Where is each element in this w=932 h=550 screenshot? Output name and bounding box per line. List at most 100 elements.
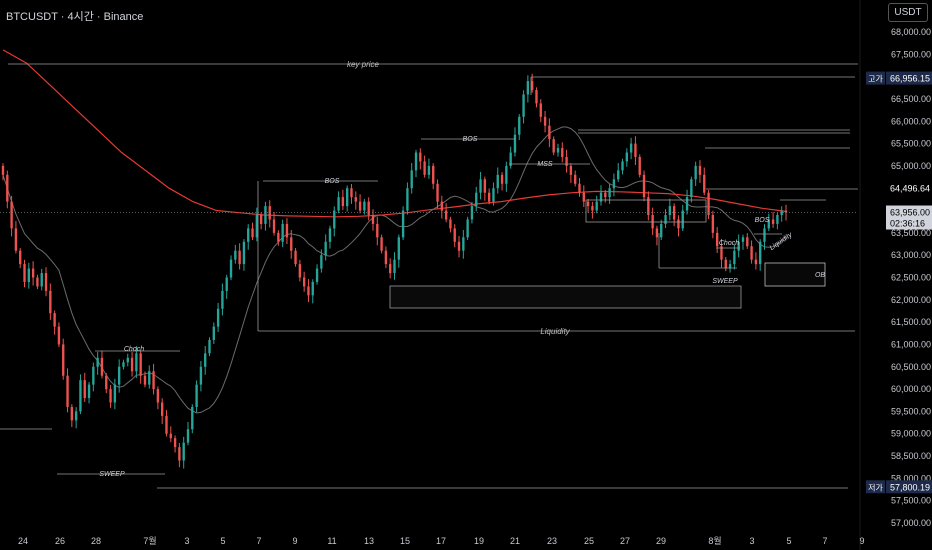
- candle-body: [139, 353, 142, 376]
- x-tick-label: 19: [474, 536, 484, 546]
- candle: [49, 283, 52, 320]
- candle-body: [677, 219, 680, 229]
- candle-body: [685, 197, 689, 211]
- candle: [728, 259, 732, 273]
- choch-label-1: Choch: [124, 346, 144, 353]
- candle-body: [216, 308, 220, 327]
- candle: [565, 149, 568, 173]
- level-price-tag: 64,496.64: [886, 181, 932, 195]
- candle: [660, 219, 663, 241]
- candle-body: [371, 215, 375, 224]
- candle-body: [750, 246, 753, 260]
- high-price-tag-value: 66,956.15: [890, 74, 930, 84]
- candle: [31, 261, 35, 286]
- candle: [186, 421, 190, 446]
- demand-zone-box: [389, 285, 742, 309]
- candle: [221, 283, 224, 316]
- candle: [419, 148, 422, 170]
- y-tick-label: 59,000.00: [891, 429, 931, 439]
- candle-body: [664, 215, 667, 224]
- candle-body: [113, 384, 117, 403]
- candle: [703, 167, 706, 196]
- price-chart[interactable]: 57,000.0057,500.0058,000.0058,500.0059,0…: [0, 0, 932, 550]
- candle: [664, 209, 667, 228]
- candle: [225, 274, 228, 299]
- y-tick-label: 62,500.00: [891, 273, 931, 283]
- candle-body: [14, 228, 18, 251]
- candle: [337, 191, 340, 214]
- candle: [182, 436, 185, 469]
- candle-body: [148, 371, 151, 385]
- candle-body: [208, 339, 211, 354]
- candle-body: [156, 389, 160, 403]
- candle-body: [582, 192, 585, 202]
- y-tick-label: 60,000.00: [891, 384, 931, 394]
- candle-body: [272, 219, 276, 233]
- candle-body: [229, 259, 233, 278]
- candle: [513, 127, 517, 157]
- candle-body: [31, 268, 35, 278]
- candle: [10, 195, 13, 237]
- low-price-tag-value: 57,800.19: [890, 482, 930, 492]
- high-price-tag-label: 고가: [868, 75, 883, 84]
- candle: [436, 179, 439, 209]
- candle-body: [548, 125, 551, 140]
- candle-body: [152, 371, 155, 390]
- candle: [315, 264, 319, 285]
- candle-body: [389, 264, 392, 274]
- candle: [169, 426, 172, 443]
- candle-body: [604, 192, 607, 198]
- candle-body: [6, 174, 9, 202]
- candle: [122, 359, 125, 370]
- candle-body: [513, 134, 517, 153]
- candle-body: [135, 353, 138, 372]
- candle-body: [350, 188, 353, 198]
- candle-body: [574, 174, 577, 184]
- candle-body: [264, 206, 267, 224]
- x-tick-label: 15: [400, 536, 410, 546]
- x-tick-label: 13: [364, 536, 374, 546]
- candle: [707, 190, 710, 220]
- candle: [100, 350, 104, 379]
- candle-body: [105, 375, 108, 390]
- candle-body: [10, 201, 13, 229]
- candle-body: [681, 210, 684, 229]
- candle-body: [561, 148, 564, 157]
- y-tick-label: 62,000.00: [891, 295, 931, 305]
- candle: [165, 410, 168, 437]
- candle-body: [358, 201, 362, 211]
- candle: [621, 158, 624, 175]
- candle: [483, 176, 487, 201]
- candle-body: [556, 148, 560, 153]
- currency-unit-button[interactable]: USDT: [888, 3, 928, 22]
- y-tick-label: 61,000.00: [891, 339, 931, 349]
- candle: [750, 240, 753, 264]
- candle: [410, 163, 413, 194]
- x-tick-label: 17: [436, 536, 446, 546]
- candle: [741, 234, 745, 250]
- x-tick-label: 29: [656, 536, 666, 546]
- candle: [423, 155, 426, 178]
- candle: [79, 374, 82, 415]
- candle: [487, 188, 491, 205]
- y-tick-label: 67,500.00: [891, 49, 931, 59]
- candle-body: [100, 357, 104, 376]
- candle: [264, 201, 267, 231]
- candle-body: [242, 241, 246, 265]
- candle-body: [462, 237, 465, 251]
- candle-body: [711, 215, 715, 233]
- candle-body: [741, 237, 745, 242]
- candle-body: [49, 290, 52, 314]
- candle: [414, 149, 418, 178]
- candle: [582, 185, 585, 207]
- candle: [397, 234, 400, 268]
- bos-label-2: BOS: [463, 136, 478, 143]
- candle: [302, 271, 306, 292]
- bos-label-1: BOS: [325, 178, 340, 185]
- candle: [367, 197, 370, 221]
- candle-body: [298, 264, 302, 278]
- order-block-label: OB: [815, 272, 825, 279]
- x-tick-label: 5: [220, 536, 225, 546]
- candle: [105, 373, 108, 394]
- candle-body: [595, 201, 598, 211]
